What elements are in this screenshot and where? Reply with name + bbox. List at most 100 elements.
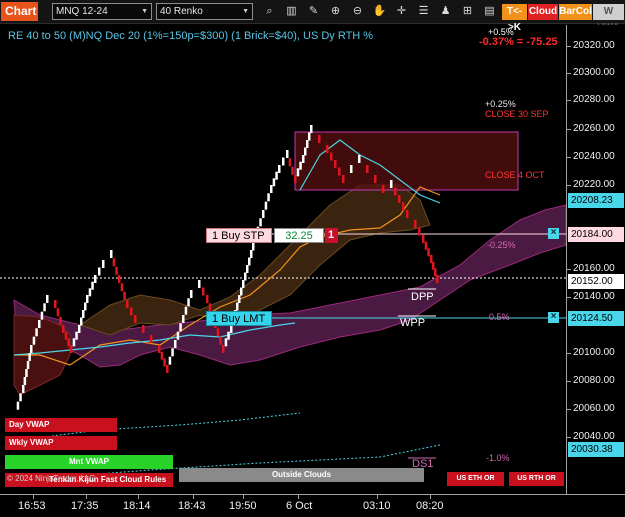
renko-up-brick <box>35 328 38 337</box>
renko-down-brick <box>338 167 341 176</box>
renko-down-brick <box>202 287 205 296</box>
bar-type-value: 40 Renko <box>160 6 203 17</box>
y-axis-label: 20100.00 <box>573 347 615 358</box>
chart-bars-icon[interactable]: ▥ <box>284 4 299 19</box>
renko-down-brick <box>70 345 73 353</box>
renko-down-brick <box>330 152 333 161</box>
buy-stop-order-label[interactable]: 1 Buy STP <box>206 228 272 243</box>
x-axis-label: 19:50 <box>229 500 257 512</box>
renko-up-brick <box>240 287 243 296</box>
renko-up-brick <box>282 157 285 166</box>
properties-icon[interactable]: ☰ <box>416 4 431 19</box>
zoom-in-icon[interactable]: ⊕ <box>328 4 343 19</box>
buy-limit-order-label[interactable]: 1 Buy LMT <box>206 311 272 326</box>
renko-up-brick <box>259 218 262 227</box>
renko-down-brick <box>422 235 425 243</box>
y-tick <box>567 46 571 47</box>
bar-type-selector[interactable]: 40 Renko ▼ <box>156 3 253 20</box>
renko-up-brick <box>82 310 85 318</box>
cancel-buy-stop-icon[interactable]: × <box>548 228 559 239</box>
renko-down-brick <box>64 331 68 340</box>
outside-clouds-label: Outside Clouds <box>179 468 424 482</box>
minus-10-label: -1.0% <box>486 453 510 463</box>
renko-up-brick <box>46 295 49 303</box>
y-tick <box>567 100 571 101</box>
renko-down-brick <box>334 160 337 168</box>
x-tick <box>377 495 378 499</box>
renko-down-brick <box>158 345 161 353</box>
wvwap-toggle-button[interactable]: W VWA <box>593 4 624 33</box>
barcol-toggle-button[interactable]: BarCol <box>559 4 592 20</box>
plus-05-label: 0.5% <box>489 312 510 322</box>
renko-up-brick <box>30 345 33 353</box>
renko-up-brick <box>28 353 31 361</box>
zoom-out-icon[interactable]: ⊖ <box>350 4 365 19</box>
y-tick <box>567 409 571 410</box>
search-icon[interactable]: ⌕ <box>262 4 277 19</box>
tk-toggle-button[interactable]: T<->K <box>502 4 527 33</box>
crosshair-icon[interactable]: ✛ <box>394 4 409 19</box>
pct-change-label: -0.37% = -75.25 <box>479 36 558 48</box>
renko-down-brick <box>394 187 397 196</box>
drawing-icon[interactable]: ⊞ <box>460 4 475 19</box>
renko-up-brick <box>43 303 46 312</box>
buy-limit-price-marker[interactable]: 20124.50 <box>568 311 624 326</box>
buy-stop-order-qty[interactable]: 1 <box>325 228 338 243</box>
buy-stop-price-marker[interactable]: 20184.00 <box>568 227 624 242</box>
cancel-buy-limit-icon[interactable]: × <box>548 312 559 323</box>
renko-down-brick <box>115 266 118 275</box>
x-axis-label: 18:43 <box>178 500 206 512</box>
day-vwap-label: Day VWAP <box>5 418 117 432</box>
buy-stop-order-price[interactable]: 32.25 <box>274 228 324 243</box>
renko-up-brick <box>308 132 311 141</box>
renko-up-brick <box>40 311 44 320</box>
renko-up-brick <box>91 281 94 290</box>
time-axis[interactable]: 16:53 17:35 18:14 18:43 19:50 6 Oct 03:1… <box>0 494 625 517</box>
chart-tab[interactable]: Chart <box>1 2 38 21</box>
renko-up-brick <box>182 315 185 323</box>
hand-icon[interactable]: ✋ <box>372 4 387 19</box>
renko-up-brick <box>248 257 251 266</box>
renko-down-brick <box>418 227 421 236</box>
renko-up-brick <box>227 331 230 340</box>
renko-up-brick <box>246 265 249 273</box>
templates-icon[interactable]: ▤ <box>482 4 497 19</box>
renko-up-brick <box>250 250 253 258</box>
y-axis-label: 20140.00 <box>573 291 615 302</box>
renko-up-brick <box>110 250 113 258</box>
last-price-marker: 20152.00 <box>568 274 624 289</box>
renko-up-brick <box>286 150 289 158</box>
strategy-icon[interactable]: ♟ <box>438 4 453 19</box>
renko-down-brick <box>126 300 129 308</box>
renko-up-brick <box>16 401 20 410</box>
renko-up-brick <box>184 306 188 315</box>
price-axis[interactable]: 20320.00 20300.00 20280.00 20260.00 2024… <box>566 25 625 494</box>
renko-down-brick <box>142 325 145 333</box>
renko-down-brick <box>222 345 225 353</box>
x-axis-label: 03:10 <box>363 500 391 512</box>
renko-up-brick <box>310 125 313 133</box>
y-tick <box>567 73 571 74</box>
renko-up-brick <box>78 325 81 333</box>
renko-down-brick <box>382 185 385 193</box>
y-tick <box>567 381 571 382</box>
renko-up-brick <box>176 331 180 340</box>
price-chart-panel[interactable]: RE 40 to 50 (M)NQ Dec 20 (1%=150p=$300) … <box>0 25 566 494</box>
renko-down-brick <box>398 195 401 203</box>
copyright-text: © 2024 NinjaTrader, LLC <box>7 474 96 483</box>
renko-down-brick <box>134 315 137 323</box>
renko-up-brick <box>171 348 174 357</box>
wpp-label: WPP <box>400 317 426 329</box>
renko-down-brick <box>56 308 60 317</box>
renko-down-brick <box>120 283 124 292</box>
pencil-icon[interactable]: ✎ <box>306 4 321 19</box>
y-axis-label: 20040.00 <box>573 431 615 442</box>
vwap-price-marker: 20030.38 <box>568 442 624 457</box>
x-tick <box>33 495 34 499</box>
cloud-toggle-button[interactable]: Cloud <box>528 4 558 20</box>
y-axis-label: 20280.00 <box>573 94 615 105</box>
renko-down-brick <box>342 175 345 183</box>
instrument-selector[interactable]: MNQ 12-24 ▼ <box>52 3 152 20</box>
chevron-down-icon: ▼ <box>141 8 148 15</box>
y-tick <box>567 269 571 270</box>
